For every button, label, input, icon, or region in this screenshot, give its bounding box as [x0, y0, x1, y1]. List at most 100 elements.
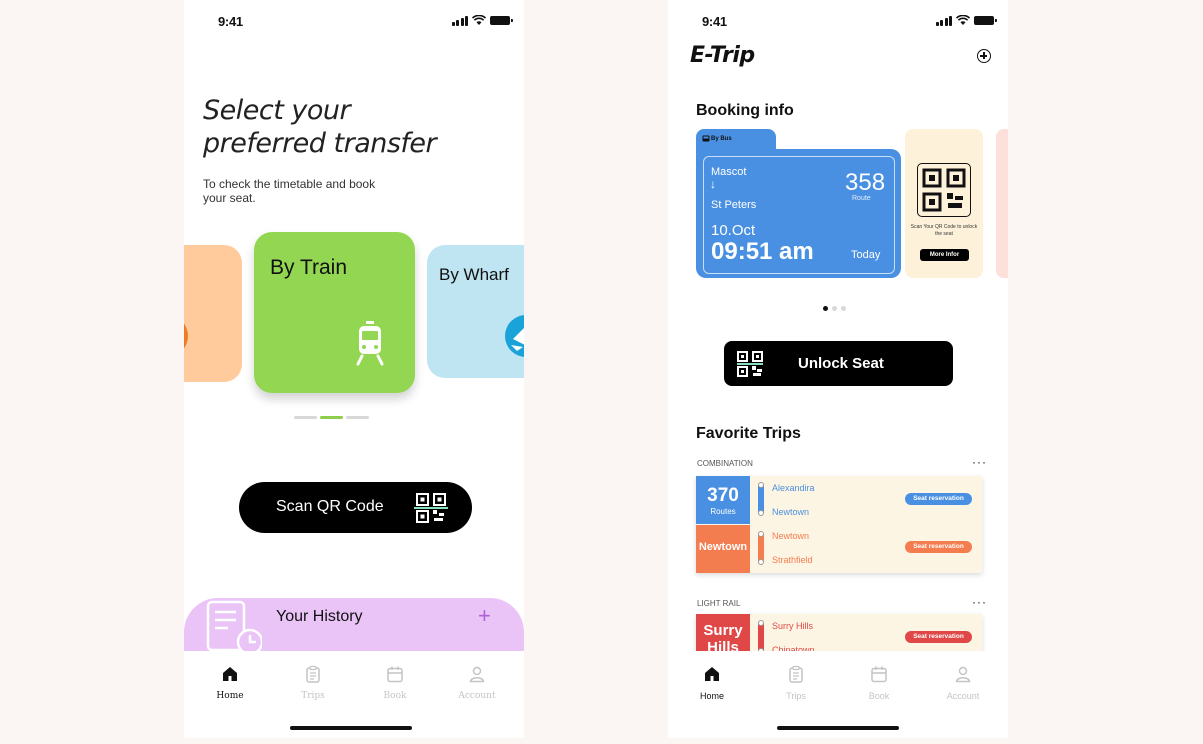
- tab-trips-label: Trips: [786, 691, 806, 701]
- carousel-dot: [294, 416, 317, 419]
- signal-icon: [935, 15, 952, 26]
- history-icon: [206, 600, 262, 654]
- ticket-date: 10.Oct: [711, 222, 756, 239]
- trip-row[interactable]: 370 Routes Alexandira Newtown Seat reser…: [696, 476, 982, 524]
- transfer-select-screen: 9:41 Select your preferred transfer To c…: [184, 0, 524, 738]
- tab-bar: Home Trips Book Account: [668, 651, 1008, 738]
- tab-home-label: Home: [699, 691, 724, 701]
- status-time: 9:41: [702, 14, 727, 29]
- clipboard-icon: [789, 665, 803, 683]
- tab-trips-label: Trips: [301, 691, 325, 701]
- home-icon: [223, 667, 237, 681]
- tab-account-label: Account: [946, 691, 980, 701]
- tab-home-label: Home: [216, 691, 244, 701]
- stop-from: Alexandira: [772, 483, 815, 493]
- seat-reservation-button[interactable]: Seat reservation: [905, 631, 972, 643]
- route-badge: 370 Routes: [696, 476, 750, 524]
- ticket-mode: By Bus: [711, 136, 732, 142]
- app-logo: E-Trip: [690, 43, 755, 68]
- signal-icon: [451, 15, 468, 26]
- tab-account-label: Account: [458, 691, 496, 701]
- history-add-button[interactable]: +: [478, 603, 491, 629]
- booking-info-title: Booking info: [696, 102, 794, 119]
- stop-from: Surry Hills: [772, 621, 814, 631]
- bus-icon: [184, 315, 188, 357]
- clipboard-icon: [306, 665, 320, 683]
- transfer-card-train[interactable]: By Train: [254, 232, 415, 393]
- tab-book[interactable]: Book: [365, 665, 425, 701]
- tab-account[interactable]: Account: [447, 665, 507, 701]
- page-headline: Select your preferred transfer: [203, 94, 437, 160]
- seat-reservation-button[interactable]: Seat reservation: [905, 493, 972, 505]
- more-info-button[interactable]: More Infor: [920, 249, 969, 261]
- tab-trips[interactable]: Trips: [766, 665, 826, 701]
- seat-reservation-button[interactable]: Seat reservation: [905, 541, 972, 553]
- status-icons: [451, 15, 513, 26]
- page-subtitle: To check the timetable and book your sea…: [203, 177, 376, 205]
- status-bar: 9:41: [184, 12, 524, 32]
- unlock-seat-button[interactable]: Unlock Seat: [724, 341, 953, 386]
- group-more-button[interactable]: ···: [972, 595, 987, 609]
- transfer-card-train-label: By Train: [270, 256, 348, 279]
- favorite-trip-card[interactable]: 370 Routes Alexandira Newtown Seat reser…: [696, 476, 982, 573]
- stop-to: Strathfield: [772, 555, 813, 565]
- ticket-from: Mascot: [711, 166, 747, 178]
- unlock-seat-label: Unlock Seat: [798, 355, 884, 372]
- tab-trips[interactable]: Trips: [283, 665, 343, 701]
- status-time: 9:41: [218, 14, 243, 29]
- route-line: [758, 620, 764, 654]
- status-icons: [935, 15, 997, 26]
- ticket-day: Today: [851, 249, 881, 261]
- trip-row[interactable]: Newtown Newtown Strathfield Seat reserva…: [696, 525, 982, 573]
- ticket-scan-text: Scan Your QR Code to unlock the seat: [910, 224, 978, 237]
- carousel-dot: [346, 416, 369, 419]
- ticket-to: St Peters: [711, 199, 757, 211]
- home-indicator: [777, 726, 899, 730]
- home-screen: 9:41 E-Trip Booking info By Bus Mascot ↓…: [668, 0, 1008, 738]
- ferry-icon: [505, 315, 524, 357]
- tab-book-label: Book: [868, 691, 890, 701]
- route-number: Newtown: [698, 541, 748, 553]
- home-indicator: [290, 726, 412, 730]
- headline-line-2: preferred transfer: [203, 128, 437, 159]
- add-icon[interactable]: [977, 49, 991, 63]
- favorite-trips-title: Favorite Trips: [696, 425, 801, 442]
- route-number: Surry Hills: [703, 622, 743, 656]
- route-line: [758, 531, 764, 565]
- transfer-card-wharf-label: By Wharf: [439, 265, 509, 284]
- ticket-arrow: ↓: [710, 177, 716, 191]
- calendar-icon: [871, 666, 887, 683]
- carousel-dot-active: [823, 306, 828, 311]
- home-icon: [705, 667, 719, 681]
- stop-from: Newtown: [772, 531, 810, 541]
- ticket-time: 09:51 am: [711, 238, 814, 265]
- transfer-card-wharf[interactable]: By Wharf: [427, 245, 524, 378]
- tab-home[interactable]: Home: [682, 665, 742, 701]
- route-number: 370: [707, 485, 739, 506]
- stop-to: Newtown: [772, 507, 810, 517]
- next-ticket-peek[interactable]: [996, 129, 1008, 278]
- carousel-dot: [832, 306, 837, 311]
- battery-icon: [974, 16, 997, 25]
- tab-book[interactable]: Book: [849, 665, 909, 701]
- ticket-route-number: 358: [845, 169, 886, 196]
- tab-book-label: Book: [383, 691, 407, 701]
- booking-ticket[interactable]: By Bus Mascot ↓ St Peters 358 Route 10.O…: [696, 129, 901, 278]
- scan-qr-button[interactable]: Scan QR Code: [239, 482, 472, 533]
- user-icon: [955, 666, 971, 683]
- carousel-dot-active: [320, 416, 343, 419]
- group-label-light-rail: LIGHT RAIL: [697, 599, 741, 608]
- ticket-stub: Scan Your QR Code to unlock the seat Mor…: [905, 129, 983, 278]
- route-line: [758, 482, 764, 516]
- group-more-button[interactable]: ···: [972, 455, 987, 469]
- ticket-route-label: Route: [852, 195, 871, 202]
- scan-qr-label: Scan QR Code: [276, 498, 384, 515]
- tab-home[interactable]: Home: [200, 665, 260, 701]
- transfer-card-bus[interactable]: [184, 245, 242, 382]
- tab-account[interactable]: Account: [933, 665, 993, 701]
- user-icon: [469, 666, 485, 683]
- qr-code-icon: [917, 163, 971, 217]
- calendar-icon: [387, 666, 403, 683]
- tab-bar: Home Trips Book Account: [184, 651, 524, 738]
- history-title: Your History: [276, 608, 363, 625]
